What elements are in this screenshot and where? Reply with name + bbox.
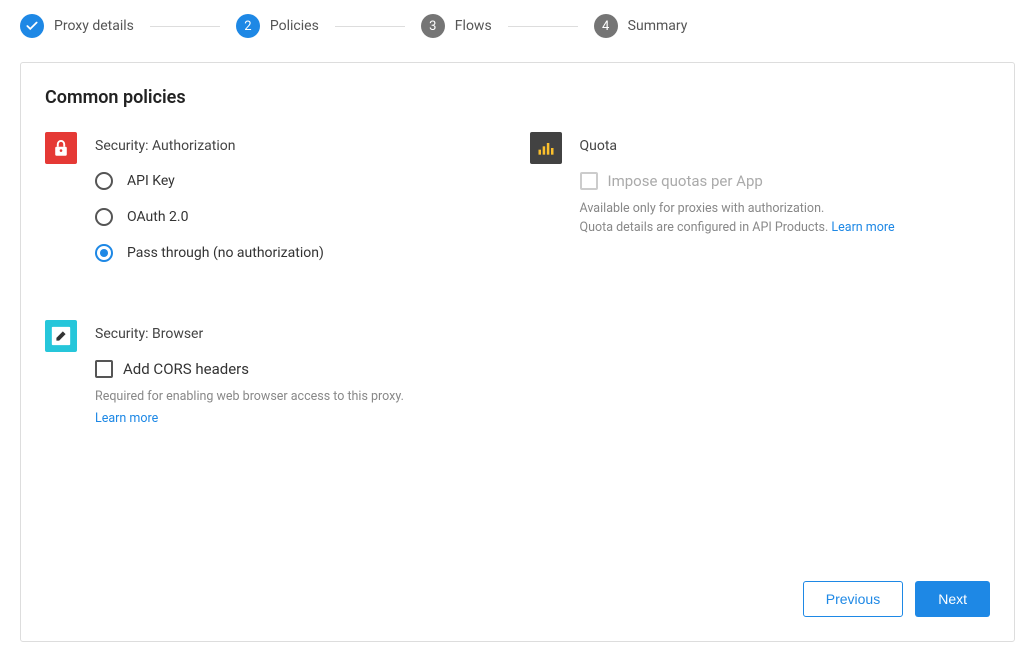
step-connector [150, 26, 220, 27]
quota-help-text-1: Available only for proxies with authoriz… [580, 200, 991, 219]
step-label: Policies [270, 18, 319, 34]
security-browser-section: Security: Browser Add CORS headers Requi… [45, 320, 506, 426]
step-number-icon: 4 [594, 14, 618, 38]
radio-api-key[interactable]: API Key [95, 172, 506, 190]
pencil-icon [45, 320, 77, 352]
checkbox-label: Add CORS headers [123, 360, 249, 378]
cors-learn-more-link[interactable]: Learn more [95, 411, 158, 426]
radio-label: Pass through (no authorization) [127, 245, 324, 261]
quota-section: Quota Impose quotas per App Available on… [530, 132, 991, 238]
step-label: Proxy details [54, 18, 134, 34]
checkbox-cors[interactable]: Add CORS headers [95, 360, 506, 378]
step-number-icon: 2 [236, 14, 260, 38]
check-icon [20, 14, 44, 38]
radio-icon [95, 208, 113, 226]
lock-icon [45, 132, 77, 164]
quota-title: Quota [580, 138, 991, 154]
step-proxy-details[interactable]: Proxy details [20, 14, 134, 38]
radio-pass-through[interactable]: Pass through (no authorization) [95, 244, 506, 262]
quota-help-text-2: Quota details are configured in API Prod… [580, 219, 991, 238]
step-connector [508, 26, 578, 27]
checkbox-icon [95, 360, 113, 378]
radio-icon [95, 244, 113, 262]
next-button[interactable]: Next [915, 581, 990, 617]
policies-panel: Common policies Security: Authorization … [20, 62, 1015, 642]
wizard-footer: Previous Next [803, 581, 990, 617]
step-policies[interactable]: 2 Policies [236, 14, 319, 38]
security-authorization-section: Security: Authorization API Key OAuth 2.… [45, 132, 506, 280]
checkbox-icon [580, 172, 598, 190]
step-summary[interactable]: 4 Summary [594, 14, 688, 38]
cors-help-text: Required for enabling web browser access… [95, 388, 506, 407]
radio-icon [95, 172, 113, 190]
radio-oauth[interactable]: OAuth 2.0 [95, 208, 506, 226]
quota-learn-more-link[interactable]: Learn more [831, 220, 894, 235]
previous-button[interactable]: Previous [803, 581, 903, 617]
bar-chart-icon [530, 132, 562, 164]
step-label: Summary [628, 18, 688, 34]
security-auth-title: Security: Authorization [95, 138, 506, 154]
security-browser-title: Security: Browser [95, 326, 506, 342]
checkbox-label: Impose quotas per App [608, 172, 763, 190]
radio-label: OAuth 2.0 [127, 209, 188, 225]
step-connector [335, 26, 405, 27]
wizard-stepper: Proxy details 2 Policies 3 Flows 4 Summa… [20, 14, 1015, 38]
step-number-icon: 3 [421, 14, 445, 38]
quota-help-text-2-inner: Quota details are configured in API Prod… [580, 220, 832, 235]
radio-label: API Key [127, 173, 175, 189]
panel-title: Common policies [45, 87, 990, 108]
step-flows[interactable]: 3 Flows [421, 14, 492, 38]
step-label: Flows [455, 18, 492, 34]
checkbox-quota: Impose quotas per App [580, 172, 991, 190]
